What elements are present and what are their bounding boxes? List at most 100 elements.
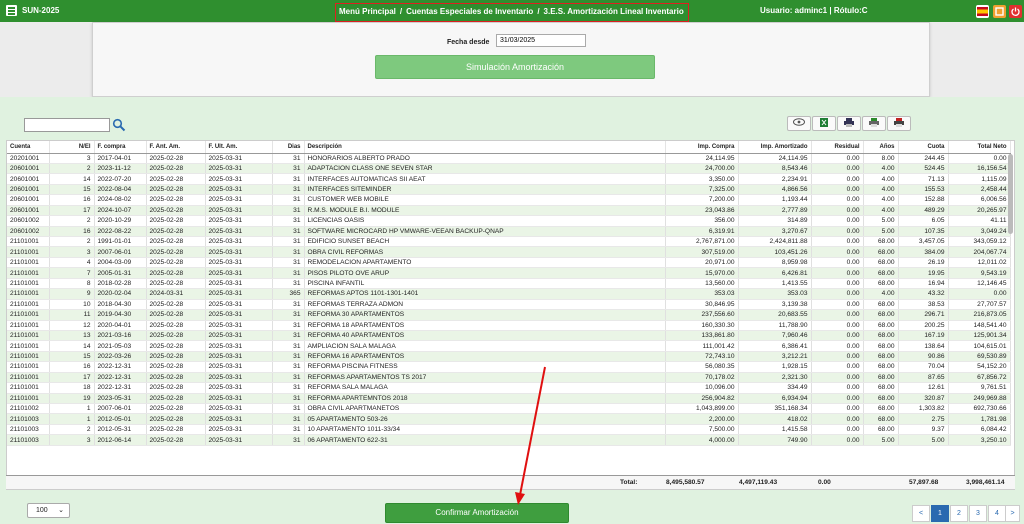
table-cell: 6,084.42 <box>948 424 1011 436</box>
table-row[interactable]: 21101003 3 2012-06-14 2025-02-28 2025-03-31 3… <box>7 434 1011 446</box>
table-cell: 2025-03-31 <box>205 320 273 331</box>
menu-icon[interactable] <box>6 5 17 16</box>
column-header[interactable]: Residual <box>811 141 864 154</box>
simulacion-button[interactable]: Simulación Amortización <box>375 55 655 79</box>
column-header[interactable]: Descripción <box>304 141 666 154</box>
table-row[interactable]: 21101001 11 2019-04-30 2025-02-28 2025-03-31… <box>7 309 1011 321</box>
search-input[interactable] <box>24 118 110 132</box>
table-cell: 72,743.10 <box>665 351 739 363</box>
breadcrumb-item-cuentas[interactable]: Cuentas Especiales de Inventario <box>406 7 533 16</box>
table-cell: 8.00 <box>863 153 899 164</box>
table-cell: 68.00 <box>863 267 899 279</box>
table-cell: 2024-08-02 <box>94 194 147 206</box>
column-header[interactable]: Dias <box>272 141 305 154</box>
pager-next[interactable]: > <box>1005 505 1020 522</box>
table-row[interactable]: 21101001 7 2005-01-31 2025-02-28 2025-03-31 3… <box>7 267 1011 279</box>
breadcrumb-item-menu[interactable]: Menú Principal <box>339 7 396 16</box>
table-cell: 2,424,811.88 <box>738 236 812 248</box>
column-header[interactable]: Imp. Compra <box>665 141 739 154</box>
table-cell: 16 <box>49 194 95 206</box>
total-imp-compra: 8,495,580.57 <box>666 479 705 486</box>
pager-page-1[interactable]: 1 <box>931 505 949 522</box>
column-header[interactable]: N/El <box>49 141 95 154</box>
print-icon[interactable] <box>837 116 861 131</box>
table-cell: 2012-05-31 <box>94 424 147 436</box>
pager-page-3[interactable]: 3 <box>969 505 987 522</box>
column-header[interactable]: Cuenta <box>7 141 50 154</box>
table-cell: 19.95 <box>898 267 949 279</box>
table-cell: 20,265.97 <box>948 205 1011 217</box>
table-row[interactable]: 21101001 4 2004-03-09 2025-02-28 2025-03-31 3… <box>7 257 1011 269</box>
table-row[interactable]: 21101001 12 2020-04-01 2025-02-28 2025-03-31… <box>7 320 1011 331</box>
table-row[interactable]: 21101001 3 2007-06-01 2025-02-28 2025-03-31 3… <box>7 246 1011 258</box>
table-row[interactable]: 21101001 19 2023-05-31 2025-02-28 2025-03-31… <box>7 393 1011 405</box>
pager-prev[interactable]: < <box>912 505 930 522</box>
table-row[interactable]: 20601002 2 2020-10-29 2025-02-28 2025-03-31 3… <box>7 215 1011 227</box>
table-cell: 749.90 <box>738 434 812 446</box>
table-cell: 7,200.00 <box>665 194 739 206</box>
table-cell: 0.00 <box>811 288 864 300</box>
table-cell: 2007-06-01 <box>94 403 147 415</box>
excel-icon[interactable] <box>812 116 836 131</box>
fecha-desde-input[interactable] <box>496 34 586 47</box>
table-row[interactable]: 21101001 9 2020-02-04 2024-03-31 2025-03-31 3… <box>7 288 1011 300</box>
column-header[interactable]: Años <box>863 141 899 154</box>
search-icon[interactable] <box>112 118 126 132</box>
table-row[interactable]: 21101002 1 2007-06-01 2025-02-28 2025-03-31 3… <box>7 403 1011 415</box>
printer-color-icon[interactable] <box>862 116 886 131</box>
table-row[interactable]: 21101001 10 2018-04-30 2025-02-28 2025-03-31… <box>7 299 1011 311</box>
table-row[interactable]: 21101001 17 2022-12-31 2025-02-28 2025-03-31… <box>7 372 1011 384</box>
table-cell: 31 <box>272 278 305 290</box>
table-row[interactable]: 21101001 16 2022-12-31 2025-02-28 2025-03-31… <box>7 361 1011 373</box>
column-header[interactable]: Total Neto <box>948 141 1011 154</box>
table-cell: 1 <box>49 403 95 415</box>
eye-icon[interactable] <box>787 116 811 131</box>
table-cell: 6.05 <box>898 215 949 227</box>
totals-label: Total: <box>620 479 638 486</box>
table-cell: 0.00 <box>811 351 864 363</box>
vertical-scrollbar[interactable] <box>1008 154 1013 234</box>
table-row[interactable]: 21101001 15 2022-03-26 2025-02-28 2025-03-31… <box>7 351 1011 363</box>
table-cell: 2025-02-28 <box>146 278 206 290</box>
table-row[interactable]: 20601001 15 2022-08-04 2025-02-28 2025-03-31… <box>7 184 1011 196</box>
flag-es-icon[interactable] <box>976 5 989 18</box>
column-header[interactable]: Imp. Amortizado <box>738 141 812 154</box>
table-cell: 31 <box>272 257 305 269</box>
table-row[interactable]: 21101001 18 2022-12-31 2025-02-28 2025-03-31… <box>7 382 1011 394</box>
table-row[interactable]: 20201001 3 2017-04-01 2025-02-28 2025-03-31 3… <box>7 153 1011 164</box>
page-size-select[interactable]: 100 ⌄ <box>27 503 70 518</box>
column-header[interactable]: F. Ant. Am. <box>146 141 206 154</box>
table-cell: 0.00 <box>811 194 864 206</box>
table-cell: 68.00 <box>863 330 899 342</box>
table-row[interactable]: 21101003 1 2012-05-01 2025-02-28 2025-03-31 3… <box>7 413 1011 425</box>
table-cell: 8 <box>49 278 95 290</box>
table-cell: 21101003 <box>7 424 50 436</box>
table-row[interactable]: 20601001 2 2023-11-12 2025-02-28 2025-03-31 3… <box>7 163 1011 175</box>
table-row[interactable]: 20601001 14 2022-07-20 2025-02-28 2025-03-31… <box>7 173 1011 185</box>
table-row[interactable]: 21101001 8 2018-02-28 2025-02-28 2025-03-31 3… <box>7 278 1011 290</box>
table-cell: 2025-02-28 <box>146 403 206 415</box>
table-row[interactable]: 20601001 17 2024-10-07 2025-02-28 2025-03-31… <box>7 205 1011 217</box>
confirmar-amortizacion-button[interactable]: Confirmar Amortización <box>385 503 569 523</box>
table-cell: 2.75 <box>898 413 949 425</box>
table-cell: 1,415.58 <box>738 424 812 436</box>
column-header[interactable]: F. compra <box>94 141 147 154</box>
table-row[interactable]: 20601002 16 2022-08-22 2025-02-28 2025-03-31… <box>7 226 1011 238</box>
home-icon[interactable] <box>993 5 1006 18</box>
power-icon[interactable] <box>1009 5 1022 18</box>
pdf-icon[interactable] <box>887 116 911 131</box>
table-cell: R.M.S. MODULE B.I. MODULE <box>304 205 666 217</box>
table-row[interactable]: 21101003 2 2012-05-31 2025-02-28 2025-03-31 3… <box>7 424 1011 436</box>
table-row[interactable]: 21101001 2 1991-01-01 2025-02-28 2025-03-31 3… <box>7 236 1011 248</box>
column-header[interactable]: F. Ult. Am. <box>205 141 273 154</box>
table-cell: 31 <box>272 361 305 373</box>
pager-page-2[interactable]: 2 <box>950 505 968 522</box>
pager-page-4[interactable]: 4 <box>988 505 1006 522</box>
table-cell: 0.00 <box>811 226 864 238</box>
table-cell: 12.61 <box>898 382 949 394</box>
table-row[interactable]: 21101001 14 2021-05-03 2025-02-28 2025-03-31… <box>7 340 1011 352</box>
table-row[interactable]: 20601001 16 2024-08-02 2025-02-28 2025-03-31… <box>7 194 1011 206</box>
column-header[interactable]: Cuota <box>898 141 949 154</box>
table-cell: 2,321.30 <box>738 372 812 384</box>
table-row[interactable]: 21101001 13 2021-03-16 2025-02-28 2025-03-31… <box>7 330 1011 342</box>
